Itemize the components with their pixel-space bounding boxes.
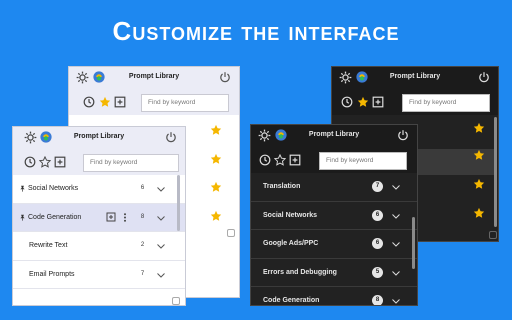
- search-input[interactable]: Find by keyword: [141, 94, 229, 112]
- count-badge: 7: [372, 181, 383, 192]
- list-item-label: Social Networks: [28, 185, 79, 192]
- panel-header: Prompt Library: [332, 67, 498, 91]
- pin-icon[interactable]: [19, 214, 26, 221]
- add-icon[interactable]: [114, 96, 126, 108]
- front-light-panel: Prompt Library Find by keyword Social Ne…: [12, 126, 186, 306]
- list-item[interactable]: Social Networks 6: [251, 202, 417, 231]
- scrollbar[interactable]: [177, 175, 180, 231]
- chevron-down-icon[interactable]: [391, 182, 401, 192]
- power-icon[interactable]: [165, 131, 177, 143]
- count-badge: 6: [140, 185, 145, 191]
- star-icon[interactable]: [210, 124, 222, 136]
- search-input[interactable]: Find by keyword: [83, 154, 179, 172]
- chevron-down-icon[interactable]: [391, 239, 401, 249]
- pin-icon[interactable]: [19, 185, 26, 192]
- power-icon[interactable]: [478, 71, 490, 83]
- star-outline-icon[interactable]: [39, 156, 51, 168]
- list-item-label: Rewrite Text: [29, 242, 68, 250]
- scrollbar[interactable]: [412, 217, 415, 269]
- panel-header: Prompt Library: [69, 67, 239, 91]
- count-badge: 2: [140, 242, 145, 249]
- panel-header: Prompt Library: [13, 127, 185, 151]
- count-badge: 5: [372, 266, 383, 278]
- star-icon[interactable]: [473, 178, 485, 190]
- count-badge: 7: [140, 270, 145, 277]
- prompt-list: Translation 7 Social Networks 6 Google A…: [251, 173, 417, 306]
- list-item[interactable]: Code Generation 8: [251, 287, 417, 306]
- chevron-down-icon[interactable]: [156, 213, 166, 223]
- front-dark-panel: Prompt Library Find by keyword Translati…: [250, 124, 418, 306]
- count-badge: 6: [372, 209, 383, 221]
- list-item-label: Errors and Debugging: [263, 268, 337, 276]
- panel-title: Prompt Library: [308, 131, 360, 138]
- clock-icon[interactable]: [83, 96, 95, 108]
- add-icon[interactable]: [289, 154, 301, 166]
- add-icon[interactable]: [106, 212, 116, 222]
- list-item[interactable]: Email Prompts 7: [13, 261, 185, 290]
- chevron-down-icon[interactable]: [391, 211, 401, 221]
- star-icon[interactable]: [210, 210, 222, 222]
- list-item[interactable]: Errors and Debugging 5: [251, 259, 417, 288]
- star-icon[interactable]: [357, 96, 369, 108]
- count-badge: 8: [140, 213, 145, 220]
- clock-icon[interactable]: [259, 154, 271, 166]
- chevron-down-icon[interactable]: [156, 184, 166, 194]
- list-item-label: Email Prompts: [29, 270, 75, 278]
- star-icon[interactable]: [473, 122, 485, 134]
- list-item-label: Social Networks: [263, 211, 318, 219]
- resize-handle[interactable]: [227, 229, 235, 237]
- list-item-label: Code Generation: [263, 297, 320, 305]
- count-badge: 6: [372, 238, 383, 250]
- resize-handle[interactable]: [172, 297, 180, 305]
- panel-title: Prompt Library: [128, 73, 180, 80]
- star-icon[interactable]: [210, 153, 222, 165]
- toolbar: Find by keyword: [69, 91, 239, 115]
- list-item[interactable]: Translation 7: [251, 173, 417, 202]
- search-input[interactable]: Find by keyword: [402, 94, 490, 112]
- search-input[interactable]: Find by keyword: [319, 152, 407, 170]
- power-icon[interactable]: [397, 129, 409, 141]
- star-icon[interactable]: [99, 96, 111, 108]
- chevron-down-icon[interactable]: [156, 241, 166, 251]
- clock-icon[interactable]: [24, 156, 36, 168]
- star-icon[interactable]: [210, 181, 222, 193]
- list-item-label: Google Ads/PPC: [263, 240, 319, 248]
- prompt-list: Social Networks 6 Code Generation 8 Rewr…: [13, 175, 185, 290]
- count-badge: 8: [372, 295, 383, 305]
- star-icon[interactable]: [473, 207, 485, 219]
- toolbar: Find by keyword: [13, 151, 185, 175]
- panel-header: Prompt Library: [251, 125, 417, 149]
- chevron-down-icon[interactable]: [391, 296, 401, 306]
- star-icon[interactable]: [473, 149, 485, 161]
- toolbar: Find by keyword: [251, 149, 417, 173]
- chevron-down-icon[interactable]: [391, 268, 401, 278]
- panel-title: Prompt Library: [389, 73, 441, 80]
- scrollbar[interactable]: [494, 117, 497, 227]
- list-item[interactable]: Google Ads/PPC 6: [251, 230, 417, 259]
- list-item-label: Code Generation: [28, 213, 82, 221]
- resize-handle[interactable]: [489, 231, 497, 239]
- list-item[interactable]: Rewrite Text 2: [13, 232, 185, 261]
- headline: Customize the interface: [112, 16, 400, 46]
- power-icon[interactable]: [219, 71, 231, 83]
- list-item[interactable]: Code Generation 8: [13, 203, 185, 233]
- add-icon[interactable]: [372, 96, 384, 108]
- list-item[interactable]: Social Networks 6: [13, 175, 185, 204]
- clock-icon[interactable]: [341, 96, 353, 108]
- panel-title: Prompt Library: [73, 133, 125, 140]
- add-icon[interactable]: [54, 156, 66, 168]
- list-item-label: Translation: [263, 183, 301, 190]
- star-outline-icon[interactable]: [274, 154, 286, 166]
- more-icon[interactable]: [122, 212, 128, 223]
- toolbar: Find by keyword: [332, 91, 498, 115]
- chevron-down-icon[interactable]: [156, 270, 166, 280]
